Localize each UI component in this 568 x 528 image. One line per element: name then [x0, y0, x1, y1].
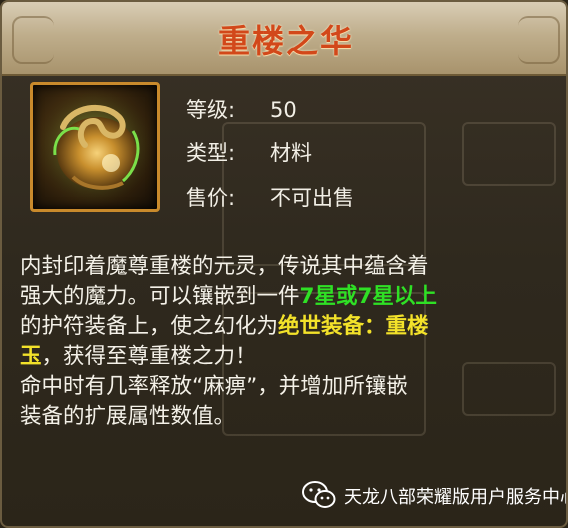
attr-level: 等级: 50: [186, 94, 297, 124]
desc-line-5: 命中时有几率释放“麻痹”，并增加所镶嵌: [20, 374, 408, 399]
equipment-name-highlight: 绝世装备：重楼: [278, 314, 429, 339]
wechat-icon: [302, 481, 336, 508]
attr-type: 类型: 材料: [186, 137, 312, 167]
attr-level-key: 等级:: [186, 98, 236, 122]
equipment-name-highlight-cont: 玉: [20, 344, 42, 369]
attr-price-key: 售价:: [186, 186, 236, 210]
desc-line-3: 的护符装备上，使之幻化为绝世装备：重楼: [20, 312, 560, 342]
title-bar: 重楼之华: [2, 2, 566, 76]
attr-level-value: 50: [270, 98, 297, 122]
item-icon-frame[interactable]: [30, 82, 160, 212]
attr-type-value: 材料: [270, 141, 312, 165]
watermark-label: 天龙八部荣耀版用户服务中心: [344, 487, 568, 508]
desc-line-1: 内封印着魔尊重楼的元灵，传说其中蕴含着: [20, 254, 429, 279]
watermark-footer: 天龙八部荣耀版用户服务中心: [302, 480, 566, 512]
golden-jade-orb-icon: [37, 89, 153, 205]
attr-type-key: 类型:: [186, 141, 236, 165]
desc-line-2: 强大的魔力。可以镶嵌到一件7星或7星以上: [20, 282, 560, 312]
desc-line-4: 玉，获得至尊重楼之力！: [20, 342, 560, 372]
desc-line-6: 装备的扩展属性数值。: [20, 404, 236, 429]
desc-text: 的护符装备上，使之幻化为: [20, 314, 279, 339]
item-tooltip: 重楼之华 等级: 50 类型: 材料 售价: 不可出售 内封印着魔尊重楼的元灵，…: [0, 0, 568, 528]
star-requirement-highlight: 7星或7星以上: [299, 284, 437, 309]
attr-price-value: 不可出售: [270, 186, 354, 210]
item-name: 重楼之华: [217, 22, 354, 60]
desc-text: ，获得至尊重楼之力！: [41, 344, 257, 369]
item-description: 内封印着魔尊重楼的元灵，传说其中蕴含着 强大的魔力。可以镶嵌到一件7星或7星以上…: [20, 252, 560, 432]
desc-text: 强大的魔力。可以镶嵌到一件: [20, 284, 300, 309]
attr-price: 售价: 不可出售: [186, 182, 354, 212]
